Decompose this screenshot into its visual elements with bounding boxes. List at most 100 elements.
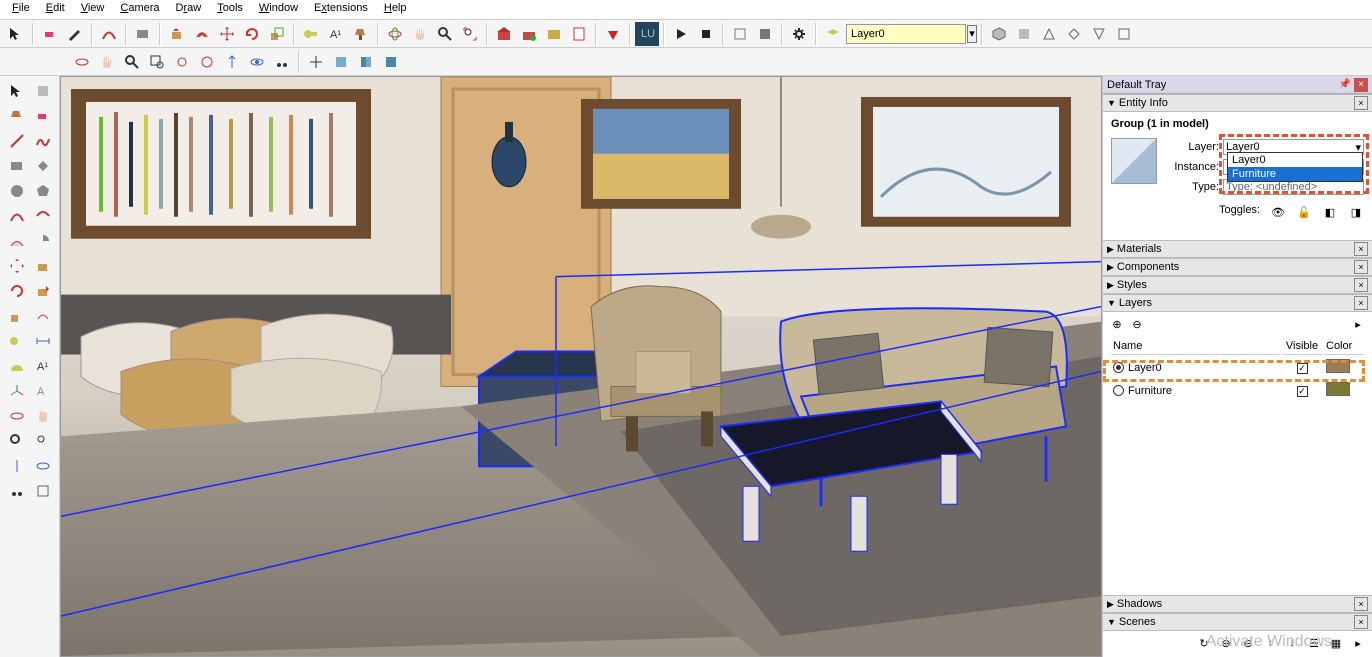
pushpull-icon[interactable]: [165, 22, 189, 46]
col-visible[interactable]: Visible: [1282, 338, 1322, 355]
zoom-icon[interactable]: [433, 22, 457, 46]
color-swatch[interactable]: [1326, 382, 1350, 396]
zoom-extents-icon[interactable]: [458, 22, 482, 46]
hidden-toggle-icon[interactable]: 👁: [1270, 204, 1286, 220]
orbit-icon[interactable]: [383, 22, 407, 46]
scale-tool-icon[interactable]: [5, 305, 29, 327]
layout-icon[interactable]: [567, 22, 591, 46]
left-icon[interactable]: [1112, 22, 1136, 46]
menu-file[interactable]: File: [4, 0, 38, 19]
section-tool-icon[interactable]: [31, 480, 55, 502]
prev-view-icon[interactable]: [195, 50, 219, 74]
extension-warehouse-icon[interactable]: [542, 22, 566, 46]
pan-icon[interactable]: [408, 22, 432, 46]
warehouse-icon[interactable]: [492, 22, 516, 46]
dim-tool-icon[interactable]: [31, 330, 55, 352]
close-section-icon[interactable]: ×: [1354, 96, 1368, 110]
layer-dropdown-list[interactable]: Layer0 Furniture: [1227, 152, 1363, 182]
paint-icon[interactable]: [349, 22, 373, 46]
rect-tool-icon[interactable]: [5, 155, 29, 177]
walk-tool-icon[interactable]: [5, 480, 29, 502]
circle-tool-icon[interactable]: [5, 180, 29, 202]
menu-extensions[interactable]: Extensions: [306, 0, 376, 19]
3pt-arc-icon[interactable]: [5, 230, 29, 252]
rotate-tool-icon[interactable]: [5, 280, 29, 302]
eraser-tool-icon[interactable]: [31, 105, 55, 127]
eraser-icon[interactable]: [38, 22, 62, 46]
add-layer-icon[interactable]: ⊕: [1109, 316, 1125, 332]
close-styles-icon[interactable]: ×: [1354, 278, 1368, 292]
move-tool-icon[interactable]: [5, 255, 29, 277]
orbit-tool-icon[interactable]: [5, 405, 29, 427]
shadows-cast-icon[interactable]: ◧: [1322, 204, 1338, 220]
menu-window[interactable]: Window: [251, 0, 306, 19]
warehouse-share-icon[interactable]: [517, 22, 541, 46]
scale-icon[interactable]: [265, 22, 289, 46]
close-layers-icon[interactable]: ×: [1354, 296, 1368, 310]
select-icon[interactable]: [4, 22, 28, 46]
section-plane-icon[interactable]: [304, 50, 328, 74]
settings-icon[interactable]: [787, 22, 811, 46]
display-cuts-icon[interactable]: [354, 50, 378, 74]
pin-icon[interactable]: 📌: [1338, 78, 1352, 92]
pan2-icon[interactable]: [95, 50, 119, 74]
menu-tools[interactable]: Tools: [209, 0, 251, 19]
layers-header[interactable]: ▼Layers×: [1103, 294, 1372, 312]
remove-layer-icon[interactable]: ⊖: [1129, 316, 1145, 332]
axes-icon[interactable]: [5, 380, 29, 402]
menu-view[interactable]: View: [73, 0, 113, 19]
offset-tool-icon[interactable]: [31, 305, 55, 327]
layer-option-furniture[interactable]: Furniture: [1228, 167, 1362, 181]
arc-icon[interactable]: [97, 22, 121, 46]
zoom-ext2-icon[interactable]: [170, 50, 194, 74]
display-fills-icon[interactable]: [379, 50, 403, 74]
styles-header[interactable]: ▶Styles×: [1103, 276, 1372, 294]
menu-edit[interactable]: Edit: [38, 0, 73, 19]
iso-icon[interactable]: [987, 22, 1011, 46]
entity-info-header[interactable]: ▼ Entity Info ×: [1103, 94, 1372, 112]
viewport[interactable]: [60, 76, 1102, 657]
section-icon[interactable]: [728, 22, 752, 46]
offset-icon[interactable]: [190, 22, 214, 46]
color-swatch[interactable]: [1326, 359, 1350, 373]
look-tool-icon[interactable]: [31, 455, 55, 477]
back-icon[interactable]: [1087, 22, 1111, 46]
pencil-icon[interactable]: [63, 22, 87, 46]
section-fill-icon[interactable]: [753, 22, 777, 46]
zoom-window-icon[interactable]: [145, 50, 169, 74]
menu-camera[interactable]: Camera: [112, 0, 167, 19]
arc-tool-icon[interactable]: [5, 205, 29, 227]
protractor-icon[interactable]: [5, 355, 29, 377]
paint-tool-icon[interactable]: [5, 105, 29, 127]
2pt-arc-icon[interactable]: [31, 205, 55, 227]
scene-thumb-icon[interactable]: ▦: [1328, 635, 1344, 651]
tape-tool-icon[interactable]: [5, 330, 29, 352]
menu-help[interactable]: Help: [376, 0, 415, 19]
visible-checkbox[interactable]: [1297, 386, 1308, 397]
col-color[interactable]: Color: [1324, 338, 1364, 355]
lumion-icon[interactable]: LUM: [635, 22, 659, 46]
look-icon[interactable]: [245, 50, 269, 74]
layer-option-layer0[interactable]: Layer0: [1228, 153, 1362, 167]
zoom-ext-tool-icon[interactable]: [31, 430, 55, 452]
front-icon[interactable]: [1037, 22, 1061, 46]
close-tray-icon[interactable]: ×: [1354, 78, 1368, 92]
move-icon[interactable]: [215, 22, 239, 46]
shadows-header[interactable]: ▶Shadows×: [1103, 595, 1372, 613]
visible-checkbox[interactable]: [1297, 363, 1308, 374]
close-scenes-icon[interactable]: ×: [1354, 615, 1368, 629]
col-name[interactable]: Name: [1111, 338, 1280, 355]
layer-selector[interactable]: Layer0: [846, 24, 966, 44]
walk-icon[interactable]: [270, 50, 294, 74]
rectangle-icon[interactable]: [131, 22, 155, 46]
lock-toggle-icon[interactable]: 🔓: [1296, 204, 1312, 220]
layer-dropdown-icon[interactable]: ▾: [967, 25, 977, 43]
menu-draw[interactable]: Draw: [168, 0, 210, 19]
material-thumbnail[interactable]: [1111, 138, 1157, 184]
pie-icon[interactable]: [31, 230, 55, 252]
ruby-icon[interactable]: [601, 22, 625, 46]
zoom-tool-icon[interactable]: [5, 430, 29, 452]
scene-add-icon[interactable]: ⊕: [1218, 635, 1234, 651]
layer-icon[interactable]: [821, 22, 845, 46]
radio-icon[interactable]: [1113, 362, 1124, 373]
